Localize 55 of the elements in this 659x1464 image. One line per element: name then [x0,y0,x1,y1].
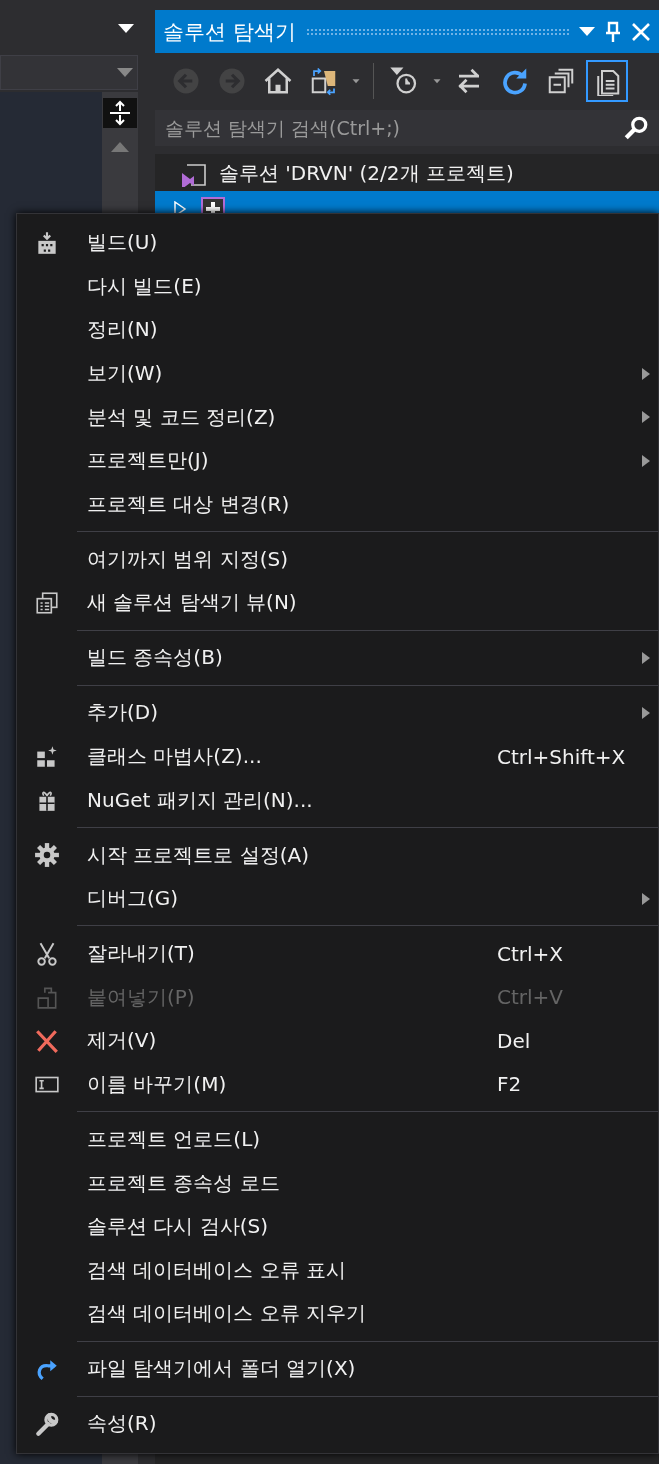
dropdown-caret-icon[interactable] [118,24,134,34]
submenu-arrow-icon [642,454,650,467]
menu-item[interactable]: 속성(R) [17,1401,658,1446]
menu-item[interactable]: 추가(D) [17,691,658,735]
scissors-icon [34,940,60,967]
menu-item[interactable]: 프로젝트 종속성 로드 [17,1161,658,1205]
submenu-arrow-icon [642,651,650,664]
dropdown-field[interactable] [0,55,138,90]
menu-item[interactable]: 분석 및 코드 정리(Z) [17,395,658,439]
close-icon[interactable] [631,21,651,42]
menu-item[interactable]: 이름 바꾸기(M) F2 [17,1062,658,1107]
menu-item[interactable]: 제거(V) Del [17,1019,658,1063]
toolbar-button[interactable] [586,59,628,102]
search-icon[interactable] [623,115,649,141]
windows-icon [34,589,60,616]
menu-item[interactable]: 빌드(U) [17,221,658,265]
submenu-arrow-icon [642,892,650,905]
menu-item[interactable]: 프로젝트 언로드(L) [17,1117,658,1162]
menu-item[interactable]: 프로젝트 대상 변경(R) [17,482,658,527]
menu-item[interactable]: 시작 프로젝트로 설정(A) [17,833,658,877]
menu-item[interactable]: 빌드 종속성(B) [17,636,658,680]
pin-icon[interactable] [605,20,621,43]
menu-item[interactable]: 클래스 마법사(Z)... Ctrl+Shift+X [17,734,658,779]
caret-icon[interactable] [117,67,133,78]
class-wizard-icon [34,743,60,770]
wrench-icon [34,1410,60,1437]
shortcut-label: F2 [497,1072,522,1097]
menu-item[interactable]: 프로젝트만(J) [17,438,658,483]
menu-item[interactable]: 검색 데이터베이스 오류 지우기 [17,1292,658,1336]
tree-row[interactable]: 솔루션 'DRVN' (2/2개 프로젝트) [155,156,659,191]
tree-label: 솔루션 'DRVN' (2/2개 프로젝트) [219,160,514,187]
shortcut-label: Del [497,1028,531,1053]
menu-item[interactable]: 다시 빌드(E) [17,264,658,309]
menu-item[interactable]: 디버그(G) [17,876,658,921]
menu-caret-icon[interactable] [579,26,595,37]
shortcut-label: Ctrl+V [497,985,564,1010]
menu-item[interactable]: 보기(W) [17,351,658,396]
menu-item[interactable]: 솔루션 다시 검사(S) [17,1204,658,1249]
menu-item[interactable]: NuGet 패키지 관리(N)... [17,778,658,822]
menu-item[interactable]: 검색 데이터베이스 오류 표시 [17,1248,658,1292]
submenu-arrow-icon [642,367,650,380]
shortcut-label: Ctrl+Shift+X [497,744,626,769]
menu-item[interactable]: 잘라내기(T) Ctrl+X [17,931,658,976]
menu-item[interactable]: 정리(N) [17,308,658,352]
splitter-icon[interactable] [103,98,137,128]
menu-item[interactable]: 여기까지 범위 지정(S) [17,537,658,582]
delete-icon [34,1027,60,1054]
menu-item[interactable]: 파일 탐색기에서 폴더 열기(X) [17,1347,658,1391]
scroll-up-icon[interactable] [111,142,129,152]
menu-item[interactable]: 새 솔루션 탐색기 뷰(N) [17,581,658,625]
panel-title: 솔루션 탐색기 [163,18,296,46]
submenu-arrow-icon [642,411,650,424]
submenu-arrow-icon [642,706,650,719]
shortcut-label: Ctrl+X [497,941,564,966]
gear-icon [34,842,60,869]
